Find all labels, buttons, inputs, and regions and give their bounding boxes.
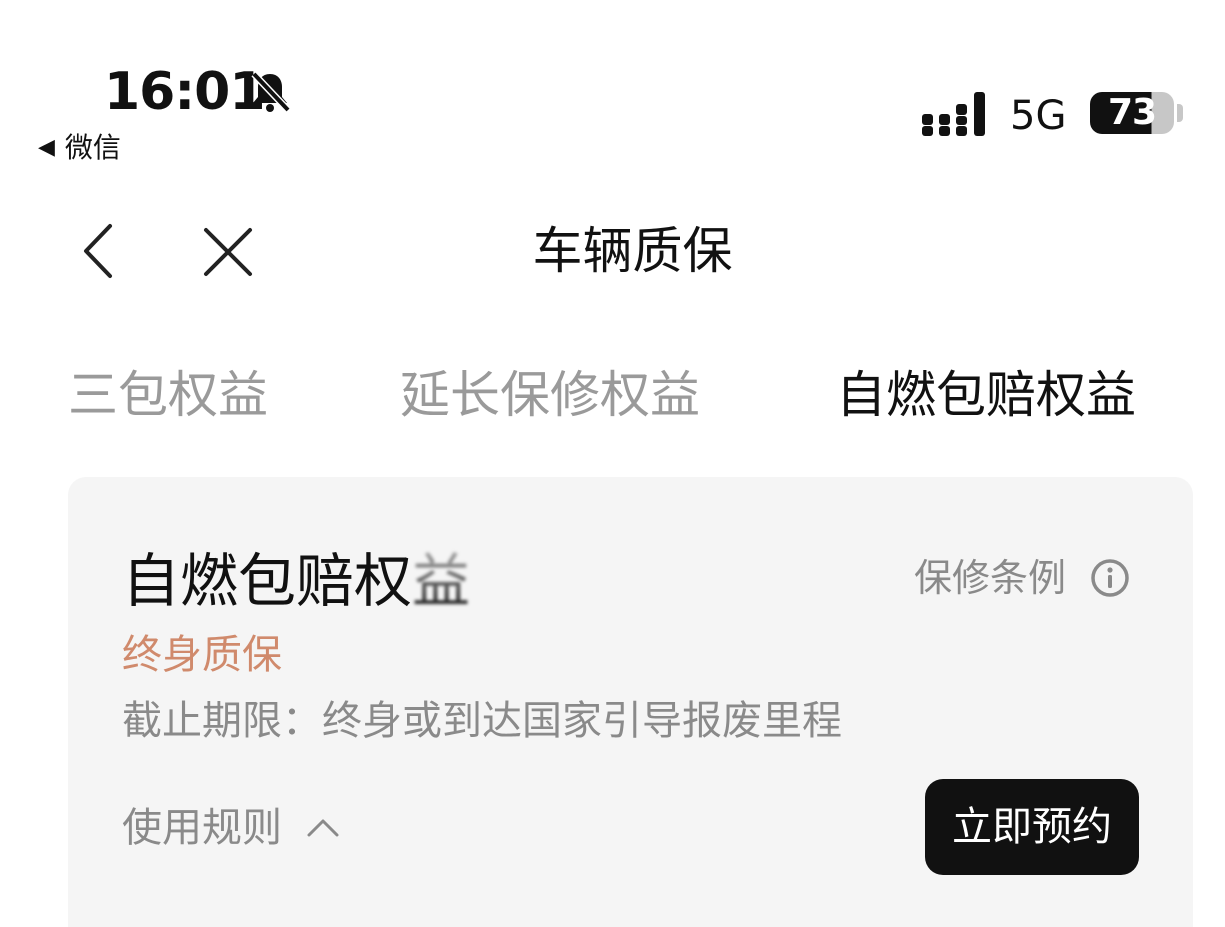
back-triangle-icon: ◀ (38, 135, 55, 160)
chevron-up-icon (307, 819, 339, 837)
deadline-text: 截止期限：终身或到达国家引导报废里程 (122, 698, 842, 744)
warranty-policy-link[interactable]: 保修条例 (914, 555, 1130, 601)
usage-rules-toggle[interactable]: 使用规则 (122, 803, 340, 853)
card-title: 自燃包赔权益 (122, 546, 470, 616)
back-app-label: 微信 (64, 131, 121, 164)
card-title-tail: 益 (412, 547, 471, 615)
battery-cap (1177, 104, 1183, 122)
battery-indicator: 73 (1090, 92, 1174, 134)
lifetime-warranty-tag: 终身质保 (122, 632, 282, 678)
usage-rules-label: 使用规则 (122, 805, 282, 851)
book-now-button[interactable]: 立即预约 (925, 779, 1139, 875)
signal-icon (922, 92, 985, 136)
warranty-policy-label: 保修条例 (914, 556, 1067, 600)
info-icon (1091, 559, 1129, 597)
tab-extended-warranty[interactable]: 延长保修权益 (400, 364, 700, 426)
tab-spontaneous-combustion[interactable]: 自燃包赔权益 (836, 364, 1136, 426)
tab-three-guarantees[interactable]: 三包权益 (68, 364, 268, 426)
bell-muted-icon (251, 71, 291, 113)
status-time: 16:01 (104, 62, 266, 122)
back-to-app-link[interactable]: ◀ 微信 (38, 130, 121, 166)
network-type: 5G (1010, 93, 1067, 139)
card-title-main: 自燃包赔权 (122, 547, 413, 615)
page-title: 车辆质保 (532, 222, 733, 280)
page: 16:01 ◀ 微信 5G 73 车辆质保 三包权益 延长保修权益 自燃包赔权益… (0, 0, 1225, 927)
